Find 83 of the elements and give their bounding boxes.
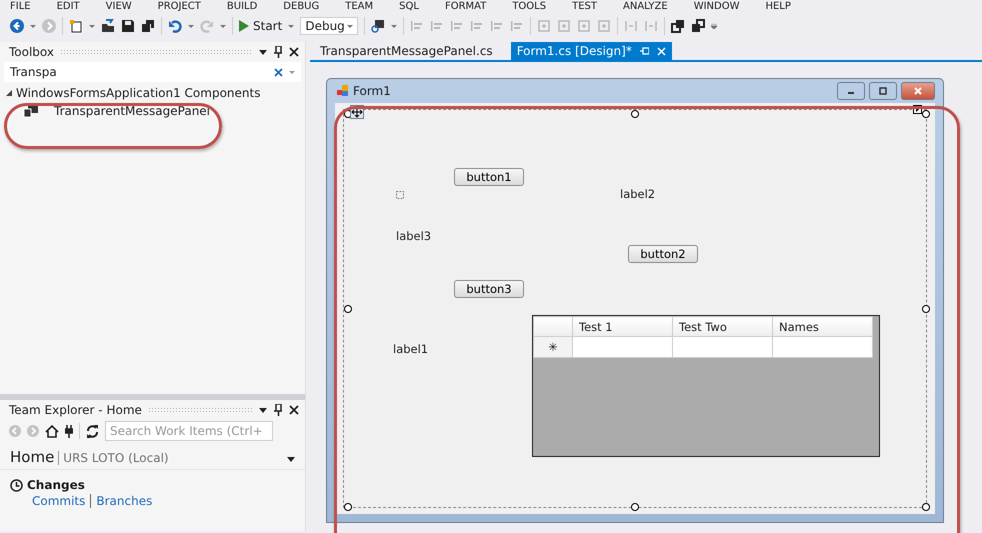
search-work-items-field[interactable]: Search Work Items (Ctrl+ [105,421,273,441]
new-project-icon[interactable] [69,19,83,33]
toolbox-search-field[interactable]: Transpa [4,62,301,82]
menu-item[interactable]: ANALYZE [623,1,668,13]
form-icon [337,85,349,97]
open-icon[interactable] [101,19,115,33]
send-to-back-icon[interactable] [691,19,706,33]
toolbox-group[interactable]: WindowsFormsApplication1 Components [16,86,260,100]
form-button[interactable]: button1 [454,168,524,186]
resize-handle[interactable] [922,110,930,118]
menu-item[interactable]: HELP [765,1,791,13]
grid-cell[interactable] [572,336,672,358]
section-heading[interactable]: Changes [27,478,85,492]
component-placeholder-icon [396,191,404,199]
project-name[interactable]: URS LOTO (Local) [58,451,283,465]
form-button[interactable]: button2 [628,245,698,263]
home-icon[interactable] [45,424,59,438]
resize-handle[interactable] [344,503,352,511]
toolbox-title: Toolbox [9,45,54,59]
menu-item[interactable]: TEST [572,1,597,13]
link[interactable]: Commits [32,494,86,508]
undo-icon[interactable] [168,19,182,33]
save-all-icon[interactable] [141,19,155,33]
bring-to-front-icon[interactable] [671,19,686,33]
column-header[interactable]: Test Two [672,316,772,336]
menu-item[interactable]: DEBUG [283,1,320,13]
back-icon[interactable] [10,19,24,33]
resize-handle[interactable] [631,503,639,511]
form-label: label2 [620,187,656,201]
caret-icon [347,24,354,28]
resize-handle[interactable] [631,110,639,118]
resize-handle[interactable] [922,304,930,312]
configuration-dropdown[interactable]: Debug [300,17,358,35]
save-icon[interactable] [121,19,135,33]
menu-item[interactable]: VIEW [106,1,132,13]
new-row-marker: ✳ [534,336,572,358]
menu-item[interactable]: EDIT [56,1,80,13]
maximize-button[interactable] [869,82,897,100]
pin-icon[interactable] [274,404,282,416]
column-header[interactable]: Test 1 [572,316,672,336]
menu-item[interactable]: FORMAT [444,1,486,13]
close-icon[interactable] [289,405,299,415]
dropdown-icon[interactable] [259,50,267,54]
menu-item[interactable]: PROJECT [158,1,201,13]
find-icon[interactable] [371,19,386,33]
close-button[interactable] [901,82,935,100]
dropdown-icon[interactable] [287,457,295,462]
maximize-icon [878,87,888,95]
component-icon [24,105,38,117]
close-icon[interactable] [289,47,299,57]
close-icon [913,87,923,95]
resize-handle[interactable] [344,304,352,312]
dropdown-icon[interactable] [259,408,267,412]
toolbox-item[interactable]: TransparentMessagePanel [54,104,210,118]
refresh-icon[interactable] [86,424,99,438]
document-tab[interactable]: TransparentMessagePanel.cs [314,42,499,60]
grid-cell[interactable] [772,336,872,358]
clear-icon[interactable] [274,68,283,76]
menu-item[interactable]: TEAM [345,1,374,13]
expanded-triangle-icon[interactable] [6,90,12,96]
resize-handle[interactable] [922,503,930,511]
grid-cell[interactable] [672,336,772,358]
clock-icon [10,478,23,492]
team-explorer-title: Team Explorer - Home [9,403,142,417]
plug-icon[interactable] [65,424,73,438]
play-icon [239,20,249,32]
minimize-button[interactable] [837,82,865,100]
menu-item[interactable]: SQL [399,1,419,13]
data-grid[interactable]: Test 1 Test Two Names ✳ [532,315,880,457]
link[interactable]: Branches [96,494,152,508]
form-title: Form1 [353,84,392,98]
menu-item[interactable]: FILE [10,1,31,13]
pin-icon[interactable] [274,46,282,58]
menu-item[interactable]: WINDOW [694,1,740,13]
column-header[interactable]: Names [772,316,872,336]
overflow-icon[interactable] [711,24,718,28]
form-label: label1 [393,342,428,356]
menu-item[interactable]: BUILD [226,1,258,13]
form-label: label3 [396,229,432,243]
page-title: Home [10,448,54,466]
start-button[interactable]: Start [239,19,282,33]
menu-item[interactable]: TOOLS [512,1,546,13]
form-button[interactable]: button3 [454,280,524,298]
